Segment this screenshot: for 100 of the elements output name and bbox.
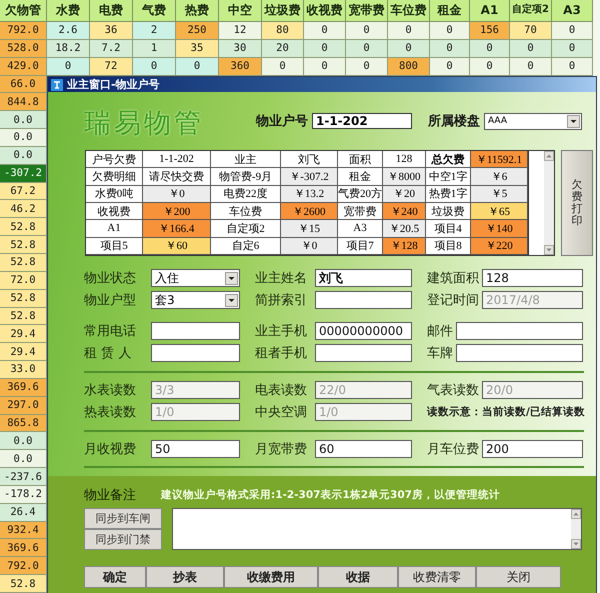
table-cell: ￥20 [383,186,426,203]
table-cell: 26.4 [0,504,47,522]
table-cell: 70 [510,22,552,40]
text-field[interactable] [315,344,412,362]
table-cell: 35 [176,40,219,58]
table-cell: 52.8 [0,218,47,236]
column-header[interactable]: 电费 [90,0,133,22]
table-cell: 欠费明细 [86,168,143,186]
text-field[interactable]: 50 [151,440,240,458]
table-cell: 800 [388,58,430,76]
table-cell: 72 [90,58,133,76]
table-cell: ￥128 [383,238,426,255]
column-header[interactable]: A1 [470,0,510,22]
scrollbar[interactable] [571,509,581,549]
column-header[interactable]: 自定项2 [510,0,552,22]
table-cell: 0 [47,58,90,76]
table-cell: 156 [470,22,510,40]
column-header[interactable]: A3 [552,0,593,22]
scroll-down-icon[interactable] [544,245,554,255]
text-field[interactable] [151,322,240,340]
text-field[interactable] [151,344,240,362]
print-arrears-button[interactable]: 欠费打印 [561,150,593,256]
action-button[interactable]: 收据 [318,566,398,588]
table-cell: 物管费-9月 [211,168,281,186]
estate-dropdown[interactable]: AAA [484,112,582,130]
table-cell: 车位费 [211,203,281,220]
text-field[interactable]: 200 [482,440,583,458]
table-cell: ￥60 [143,238,211,255]
caret-icon[interactable] [225,272,238,284]
column-header[interactable]: 气费 [133,0,176,22]
column-header[interactable]: 租金 [430,0,470,22]
window-title: 业主窗口-物业户号 [67,77,160,92]
table-cell: ￥240 [383,203,426,220]
column-header[interactable]: 水费 [47,0,90,22]
caret-icon[interactable] [225,294,238,306]
table-cell: ￥65 [471,203,528,220]
action-button[interactable]: 抄表 [146,566,224,588]
table-cell: 46.2 [0,200,47,218]
table-cell: ￥220 [471,238,528,255]
table-cell: -307.2 [0,164,47,183]
sync-button[interactable]: 同步到车闸 [84,508,162,529]
table-cell: -178.2 [0,486,47,504]
text-field[interactable] [315,291,412,309]
action-button[interactable]: 确定 [84,566,146,588]
table-cell: 0 [388,40,430,58]
table-cell: 水费0吨 [86,186,143,203]
field-label: 物业户号 [256,112,308,130]
action-button[interactable]: 关闭 [476,566,561,588]
text-field[interactable]: 128 [482,269,583,287]
dropdown[interactable]: 套3 [151,291,240,309]
column-header[interactable]: 垃圾费 [262,0,304,22]
scroll-down-icon[interactable] [571,539,581,549]
table-cell: 429.0 [0,58,47,76]
field-label: 简拼索引 [255,292,308,309]
text-field[interactable]: 00000000000 [315,322,412,340]
column-header[interactable]: 热费 [176,0,219,22]
table-cell: ￥140 [471,220,528,238]
sync-button[interactable]: 同步到门禁 [84,529,162,550]
table-cell: 52.8 [0,290,47,308]
table-cell: 业主 [211,151,281,168]
table-cell: 52.8 [0,254,47,272]
column-header[interactable]: 中空 [219,0,262,22]
field-label: 车牌 [427,345,453,362]
table-cell: 宽带费 [338,203,383,220]
table-cell: 0.0 [0,111,47,130]
column-header[interactable]: 宽带费 [346,0,388,22]
scroll-up-icon[interactable] [571,509,581,519]
scroll-up-icon[interactable] [544,151,554,161]
table-cell: 0 [470,40,510,58]
remarks-field[interactable] [172,508,582,550]
column-header[interactable]: 收视费 [304,0,346,22]
text-field[interactable] [456,322,583,340]
table-cell: 0 [346,40,388,58]
table-cell: 0.0 [0,432,47,450]
text-field[interactable]: 刘飞 [315,269,412,287]
table-cell: 项目4 [426,220,471,238]
action-button[interactable]: 收费清零 [398,566,476,588]
table-cell: ￥0 [281,238,338,255]
table-cell: 297.0 [0,396,47,415]
table-cell: 2.6 [47,22,90,40]
text-field[interactable]: 60 [315,440,412,458]
table-cell: 2 [133,22,176,40]
table-cell: -237.6 [0,468,47,486]
table-cell: 中空1字 [426,168,471,186]
table-cell: 360 [219,58,262,76]
table-cell: 0.0 [0,129,47,147]
account-field[interactable]: 1-1-202 [312,113,412,129]
table-cell: 0 [262,58,304,76]
table-cell: 18.2 [47,40,90,58]
scrollbar[interactable] [544,151,554,255]
table-cell: 项目7 [338,238,383,255]
action-button[interactable]: 收缴费用 [224,566,318,588]
column-header[interactable]: 车位费 [388,0,430,22]
app-icon [51,78,63,90]
dropdown[interactable]: 入住 [151,269,240,287]
column-header[interactable]: 欠物管 [0,0,47,22]
caret-icon[interactable] [567,114,580,128]
text-field[interactable] [456,344,583,362]
table-cell: 29.4 [0,343,47,362]
table-cell: 总欠费 [426,151,471,168]
